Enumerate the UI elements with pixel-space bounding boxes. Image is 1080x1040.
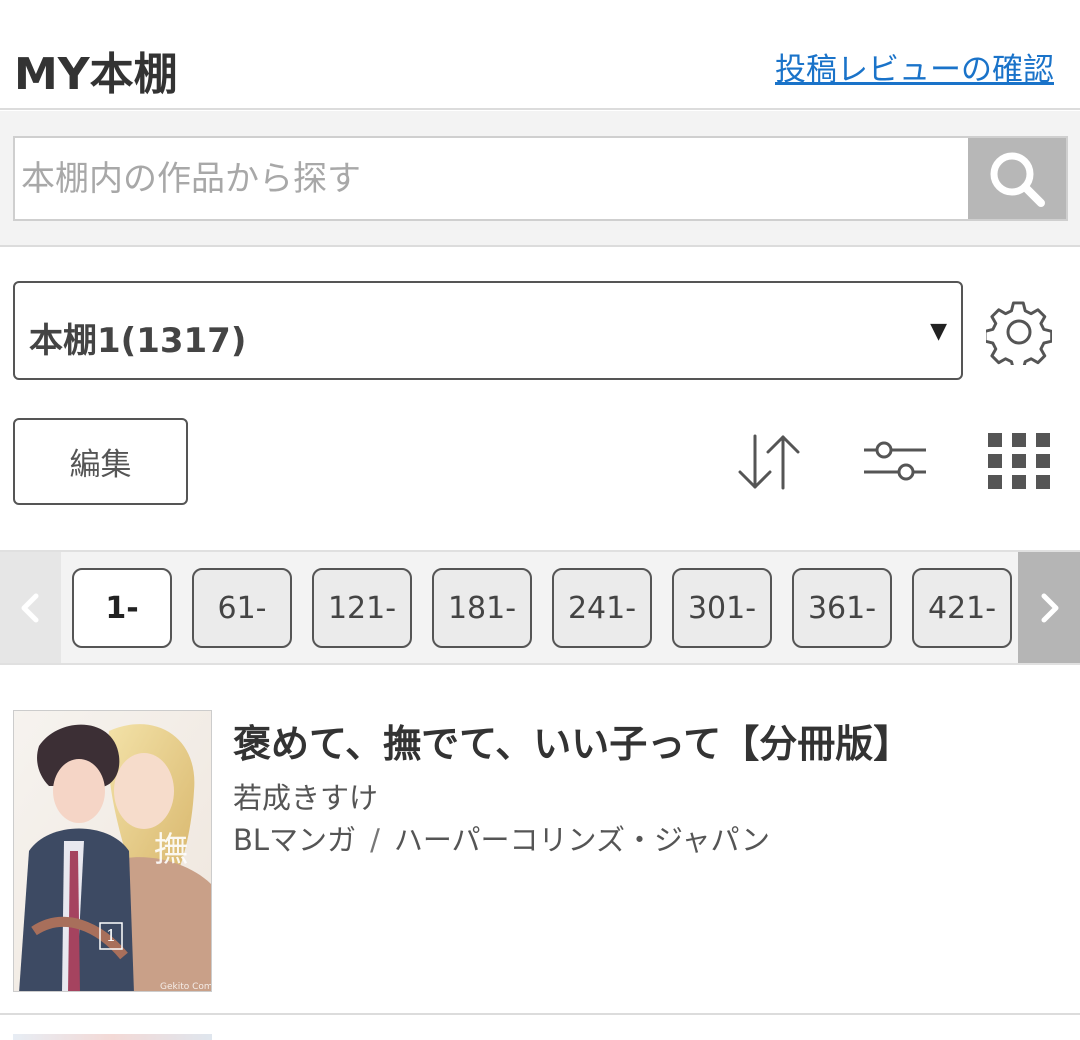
search-icon [990, 152, 1045, 207]
page-button[interactable]: 361- [792, 568, 892, 648]
search-box [13, 136, 1068, 221]
gear-icon[interactable] [986, 299, 1052, 365]
page-title: MY本棚 [14, 49, 178, 100]
book-list-item[interactable]: 撫 1 Gekito Comics 褒めて、撫でて、いい子って【分冊版】 若成き… [0, 665, 1080, 1015]
svg-text:撫: 撫 [154, 830, 188, 870]
review-check-link[interactable]: 投稿レビューの確認 [775, 44, 1054, 89]
grid-view-icon[interactable] [986, 431, 1052, 491]
shelf-select[interactable]: 本棚1(1317) ▼ [13, 281, 963, 380]
search-input[interactable] [15, 138, 970, 219]
chevron-down-icon: ▼ [930, 319, 947, 344]
book-author[interactable]: 若成きすけ [233, 775, 378, 817]
filter-icon[interactable] [862, 434, 928, 490]
meta-separator: / [370, 823, 380, 857]
search-area [0, 111, 1080, 247]
sort-icon[interactable] [735, 432, 803, 492]
page-button[interactable]: 181- [432, 568, 532, 648]
page-button[interactable]: 241- [552, 568, 652, 648]
chevron-right-icon [1041, 593, 1059, 622]
book-title[interactable]: 褒めて、撫でて、いい子って【分冊版】 [233, 713, 911, 768]
edit-button[interactable]: 編集 [13, 418, 188, 505]
page-button[interactable]: 301- [672, 568, 772, 648]
book-genre[interactable]: BLマンガ [233, 823, 356, 857]
page-button[interactable]: 1- [72, 568, 172, 648]
pagination-next-button[interactable] [1018, 552, 1080, 663]
svg-text:Gekito Comics: Gekito Comics [160, 982, 212, 992]
shelf-select-value: 本棚1(1317) [29, 321, 247, 361]
search-button[interactable] [968, 138, 1066, 219]
page-button[interactable]: 121- [312, 568, 412, 648]
header: MY本棚 投稿レビューの確認 [0, 0, 1080, 110]
pagination-prev-button[interactable] [0, 552, 61, 663]
book-cover-image[interactable]: 撫 1 Gekito Comics [13, 710, 212, 992]
next-book-cover-peek [13, 1034, 212, 1040]
book-publisher[interactable]: ハーパーコリンズ・ジャパン [394, 823, 770, 857]
pagination: 1- 61- 121- 181- 241- 301- 361- 421- [0, 550, 1080, 665]
book-meta: BLマンガ / ハーパーコリンズ・ジャパン [233, 817, 770, 859]
svg-text:1: 1 [106, 926, 116, 945]
page-button[interactable]: 421- [912, 568, 1012, 648]
page-button[interactable]: 61- [192, 568, 292, 648]
chevron-left-icon [21, 593, 38, 622]
